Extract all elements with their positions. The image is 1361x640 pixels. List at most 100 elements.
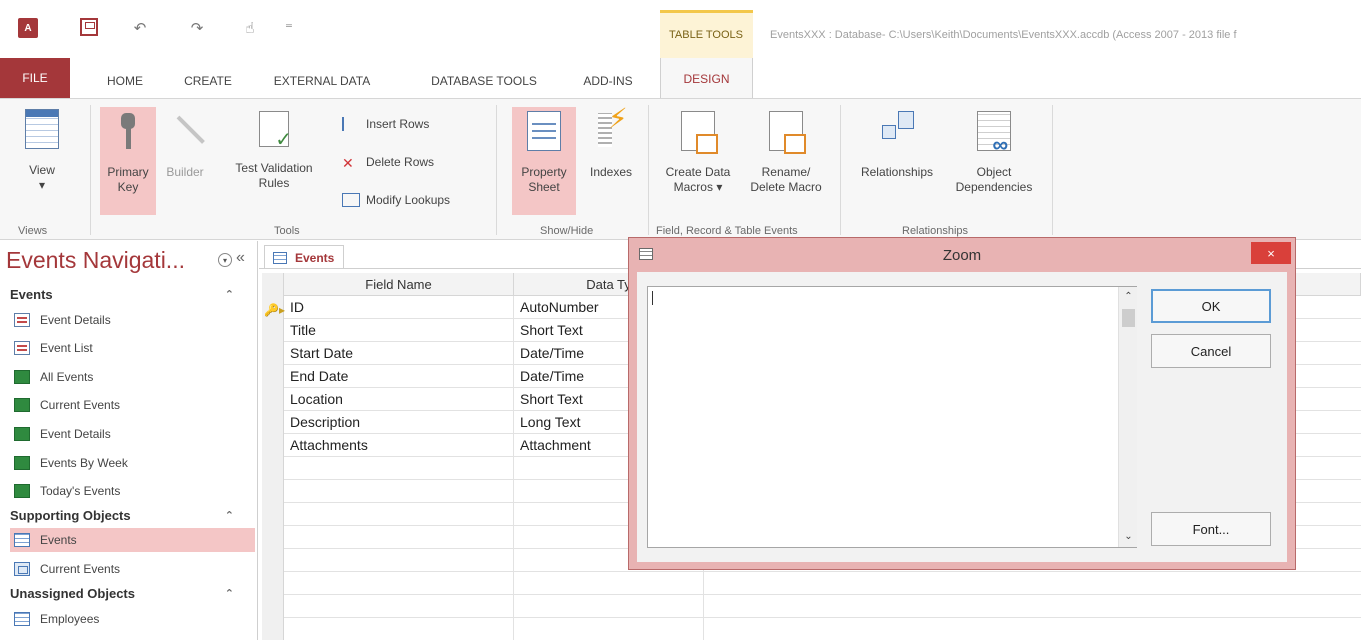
title-bar: A ↶ ↷ ☝ ⁼ TABLE TOOLS EventsXXX : Databa… [0,0,1361,58]
nav-item-employees[interactable]: Employees [10,607,255,631]
object-dependencies-label-2: Dependencies [955,180,1033,194]
modify-lookups-button[interactable]: Modify Lookups [342,193,450,207]
tab-file[interactable]: FILE [0,58,70,98]
nav-item-event-list[interactable]: Event List [10,336,255,360]
empty-cell[interactable] [284,572,514,594]
navigation-pane: Events Navigati... ▾ « Events ⌃ Event De… [0,241,258,640]
empty-cell[interactable] [514,572,704,594]
row-selector-column[interactable] [262,273,284,640]
insert-rows-label: Insert Rows [366,117,430,131]
test-validation-rules-button[interactable]: Test Validation Rules [224,111,324,191]
shutter-bar-collapse-icon[interactable]: « [236,249,245,267]
relationships-button[interactable]: Relationships [850,111,944,180]
empty-cell[interactable] [284,480,514,502]
scroll-down-icon[interactable]: ⌄ [1119,529,1138,543]
nav-group-supporting-objects[interactable]: Supporting Objects ⌃ [10,508,250,528]
empty-cell[interactable] [514,618,704,640]
nav-group-events[interactable]: Events ⌃ [10,287,250,307]
empty-row[interactable] [284,618,1361,640]
chevron-up-icon[interactable]: ⌃ [225,288,234,301]
cancel-button[interactable]: Cancel [1151,334,1271,368]
field-name-cell[interactable]: Description [284,411,514,433]
primary-key-label-2: Key [117,180,139,194]
tab-home[interactable]: HOME [100,64,150,98]
ok-button[interactable]: OK [1151,289,1271,323]
empty-cell[interactable] [284,526,514,548]
nav-dropdown-icon[interactable]: ▾ [218,253,232,267]
close-icon[interactable]: × [1251,242,1291,264]
field-name-cell[interactable]: ID [284,296,514,318]
tab-add-ins[interactable]: ADD-INS [576,64,640,98]
tab-external-data[interactable]: EXTERNAL DATA [266,64,378,98]
scroll-thumb[interactable] [1122,309,1135,327]
empty-cell[interactable] [284,503,514,525]
ribbon-separator [840,105,841,235]
nav-item-all-events[interactable]: All Events [10,365,255,389]
create-data-macros-button[interactable]: Create Data Macros ▾ [656,111,740,195]
indexes-button[interactable]: Indexes [584,111,638,180]
nav-group-label: Unassigned Objects [10,586,135,601]
field-name-cell[interactable]: Start Date [284,342,514,364]
field-name-cell[interactable]: End Date [284,365,514,387]
zoom-body: ⌃ ⌄ OK Cancel Font... [637,272,1287,562]
empty-cell[interactable] [284,457,514,479]
insert-rows-button[interactable]: Insert Rows [342,117,429,131]
nav-item-events-by-week[interactable]: Events By Week [10,451,255,475]
nav-item-label: Current Events [40,398,121,412]
zoom-text-area[interactable]: ⌃ ⌄ [647,286,1137,548]
nav-group-label: Events [10,287,53,302]
nav-item-current-events-query[interactable]: Current Events [10,557,255,581]
delete-rows-button[interactable]: ✕ Delete Rows [342,155,434,171]
access-logo-icon[interactable]: A [18,18,38,38]
object-dependencies-button[interactable]: Object Dependencies [944,111,1044,195]
empty-cell[interactable] [284,549,514,571]
property-sheet-button[interactable]: Property Sheet [512,107,576,215]
touch-mode-icon[interactable]: ☝ [238,19,262,37]
delete-rows-icon: ✕ [342,155,354,171]
rename-delete-macro-button[interactable]: Rename/ Delete Macro [740,111,832,195]
customize-qat-icon[interactable]: ⁼ [280,19,298,37]
field-name-cell[interactable]: Attachments [284,434,514,456]
empty-cell[interactable] [284,595,514,617]
undo-icon[interactable]: ↶ [131,19,149,37]
field-name-cell[interactable]: Title [284,319,514,341]
empty-row[interactable] [284,595,1361,618]
empty-cell[interactable] [514,595,704,617]
empty-cell[interactable] [284,618,514,640]
nav-item-event-details-form[interactable]: Event Details [10,308,255,332]
validation-check-icon [259,111,292,148]
nav-item-events-table[interactable]: Events [10,528,255,552]
nav-group-unassigned-objects[interactable]: Unassigned Objects ⌃ [10,586,250,606]
vertical-scrollbar[interactable]: ⌃ ⌄ [1118,287,1137,547]
chevron-up-icon[interactable]: ⌃ [225,509,234,522]
scroll-up-icon[interactable]: ⌃ [1119,289,1138,303]
builder-wand-icon [168,111,202,151]
field-name-cell[interactable]: Location [284,388,514,410]
zoom-title-bar[interactable]: Zoom × [629,238,1295,272]
tab-design[interactable]: DESIGN [660,58,753,99]
tab-create[interactable]: CREATE [176,64,240,98]
primary-key-button[interactable]: Primary Key [100,107,156,215]
font-button[interactable]: Font... [1151,512,1271,546]
builder-button[interactable]: Builder [160,111,210,180]
column-header-field-name[interactable]: Field Name [284,273,514,296]
document-tab-label: Events [295,250,335,265]
nav-pane-title[interactable]: Events Navigati... [6,247,185,274]
zoom-title: Zoom [942,246,982,264]
empty-row[interactable] [284,572,1361,595]
nav-item-event-details-report[interactable]: Event Details [10,422,255,446]
view-button[interactable]: View ▾ [20,109,64,193]
redo-icon[interactable]: ↷ [188,19,206,37]
chevron-up-icon[interactable]: ⌃ [225,587,234,600]
nav-item-current-events-report[interactable]: Current Events [10,393,255,417]
tab-database-tools[interactable]: DATABASE TOOLS [420,64,548,98]
relationships-label: Relationships [860,165,934,179]
nav-item-label: Events By Week [40,456,128,470]
report-icon [14,427,30,441]
save-icon[interactable] [80,18,98,36]
table-icon [14,533,30,547]
nav-item-todays-events[interactable]: Today's Events [10,479,255,503]
rename-delete-label-2: Delete Macro [750,180,822,194]
nav-item-label: Current Events [40,562,121,576]
document-tab-events[interactable]: Events [264,245,344,269]
